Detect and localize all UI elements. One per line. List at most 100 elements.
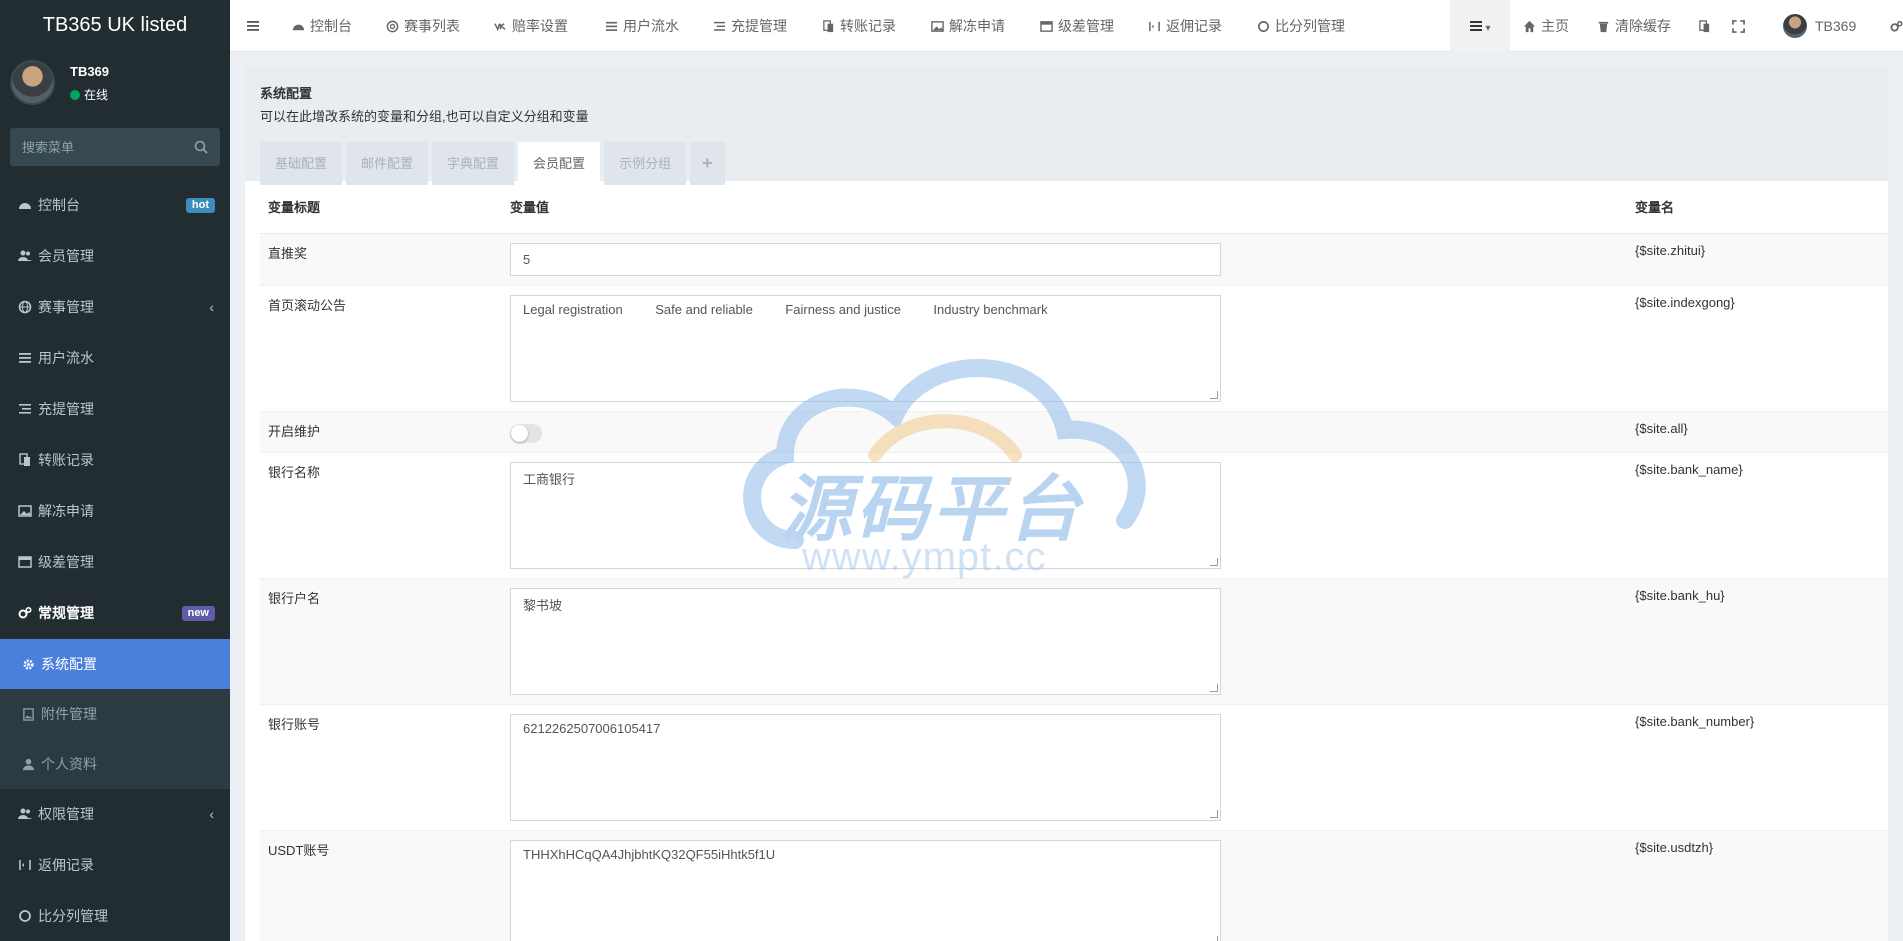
image-icon <box>931 21 944 32</box>
config-tabs: 基础配置 邮件配置 字典配置 会员配置 示例分组 + <box>260 142 1872 185</box>
row-title: 首页滚动公告 <box>260 285 502 412</box>
sidebar-item-label: 个人资料 <box>41 756 97 772</box>
sidebar-item-attachments[interactable]: 附件管理 <box>0 689 230 739</box>
row-title: 直推奖 <box>260 233 502 286</box>
bank-account-name-textarea[interactable]: 黎书坡 <box>510 587 1221 695</box>
topnav-item-unfreeze[interactable]: 解冻申请 <box>931 0 1005 52</box>
tab-dictionary[interactable]: 字典配置 <box>432 142 515 185</box>
row-value-cell: 5 <box>502 233 1627 286</box>
home-icon <box>1523 20 1536 33</box>
sidebar-item-label: 用户流水 <box>38 350 94 366</box>
sidebar-item-events[interactable]: 赛事管理 ‹ <box>0 282 230 333</box>
list-icon <box>605 21 618 31</box>
sidebar-item-general[interactable]: 常规管理 new <box>0 588 230 639</box>
column-header-name: 变量名 <box>1627 181 1888 234</box>
sidebar-item-transfer-records[interactable]: 转账记录 <box>0 435 230 486</box>
sidebar-item-commission[interactable]: 返佣记录 <box>0 840 230 891</box>
sidebar-toggle-button[interactable] <box>246 0 265 52</box>
notice-textarea[interactable]: Legal registration Safe and reliable Fai… <box>510 294 1221 402</box>
language-button[interactable] <box>1698 0 1716 52</box>
sidebar-item-members[interactable]: 会员管理 <box>0 231 230 282</box>
sidebar-item-dashboard[interactable]: 控制台 hot <box>0 180 230 231</box>
indent-list-icon <box>713 21 726 31</box>
add-tab-button[interactable]: + <box>690 142 725 185</box>
row-var-name: {$site.bank_name} <box>1627 452 1888 579</box>
circle-o-icon <box>1258 21 1269 32</box>
row-value-cell: 黎书坡 <box>502 578 1627 705</box>
sidebar-item-level-diff[interactable]: 级差管理 <box>0 537 230 588</box>
resize-handle-icon[interactable] <box>1210 935 1218 941</box>
settings-button[interactable] <box>1890 0 1903 52</box>
code-fork-icon <box>1149 21 1160 32</box>
topnav-item-dashboard[interactable]: 控制台 <box>292 0 352 52</box>
table-row: 银行账号 6212262507006105417 {$site.bank_num… <box>260 704 1888 831</box>
topnav-item-events[interactable]: 赛事列表 <box>386 0 460 52</box>
topnav-label: 充提管理 <box>731 18 787 34</box>
sidebar-item-user-flow[interactable]: 用户流水 <box>0 333 230 384</box>
topnav-item-commission[interactable]: 返佣记录 <box>1148 0 1222 52</box>
row-var-name: {$site.bank_number} <box>1627 704 1888 831</box>
sidebar-item-permissions[interactable]: 权限管理 ‹ <box>0 789 230 840</box>
search-icon[interactable] <box>194 140 208 154</box>
bank-name-textarea[interactable]: 工商银行 <box>510 461 1221 569</box>
topnav-item-user-flow[interactable]: 用户流水 <box>605 0 679 52</box>
sidebar-item-profile[interactable]: 个人资料 <box>0 739 230 789</box>
sidebar-item-unfreeze[interactable]: 解冻申请 <box>0 486 230 537</box>
row-value-cell: Legal registration Safe and reliable Fai… <box>502 285 1627 412</box>
topnav-label: 返佣记录 <box>1166 18 1222 34</box>
table-row: 直推奖 5 {$site.zhitui} <box>260 233 1888 286</box>
fullscreen-button[interactable] <box>1732 0 1750 52</box>
resize-handle-icon[interactable] <box>1210 683 1218 692</box>
chevron-left-icon: ‹ <box>209 299 214 315</box>
clear-cache-button[interactable]: 清除缓存 <box>1597 0 1671 52</box>
sidebar-item-label: 比分列管理 <box>38 908 108 924</box>
code-fork-icon <box>19 860 31 870</box>
file-image-icon <box>23 708 34 721</box>
user-menu[interactable]: TB369 <box>1783 0 1856 52</box>
topnav-label: 转账记录 <box>840 18 896 34</box>
exchange-icon <box>19 453 30 466</box>
sidebar-item-deposit-withdraw[interactable]: 充提管理 <box>0 384 230 435</box>
app-logo[interactable]: TB365 UK listed <box>0 0 230 50</box>
chevron-left-icon: ‹ <box>209 806 214 822</box>
bank-account-name-text: 黎书坡 <box>523 597 563 613</box>
list-icon <box>19 353 31 363</box>
expand-icon <box>1732 20 1745 33</box>
panel-heading: 系统配置 可以在此增改系统的变量和分组,也可以自定义分组和变量 基础配置 邮件配置… <box>245 67 1888 185</box>
topnav-item-transfers[interactable]: 转账记录 <box>822 0 896 52</box>
main-content: 系统配置 可以在此增改系统的变量和分组,也可以自定义分组和变量 基础配置 邮件配置… <box>245 67 1888 941</box>
multi-tab-toggle-button[interactable]: ▾ <box>1450 0 1510 52</box>
table-row: 银行名称 工商银行 {$site.bank_name} <box>260 452 1888 579</box>
zhitui-input[interactable]: 5 <box>510 242 1221 276</box>
topnav-item-deposit-withdraw[interactable]: 充提管理 <box>713 0 787 52</box>
sidebar-menu-bottom: 权限管理 ‹ 返佣记录 比分列管理 <box>0 789 230 941</box>
bank-number-text: 6212262507006105417 <box>523 720 661 736</box>
sidebar-item-score-columns[interactable]: 比分列管理 <box>0 891 230 941</box>
tab-email[interactable]: 邮件配置 <box>346 142 429 185</box>
search-input[interactable] <box>10 128 220 166</box>
sidebar-item-label: 级差管理 <box>38 554 94 570</box>
avatar <box>10 60 55 105</box>
maintenance-switch[interactable] <box>510 423 542 443</box>
bank-number-textarea[interactable]: 6212262507006105417 <box>510 713 1221 821</box>
tab-basic[interactable]: 基础配置 <box>260 142 343 185</box>
sidebar-item-system-config[interactable]: 系统配置 <box>0 639 230 689</box>
sidebar-item-label: 赛事管理 <box>38 299 94 315</box>
circle-o-icon <box>19 910 31 922</box>
topnav-item-level-diff[interactable]: 级差管理 <box>1040 0 1114 52</box>
user-status-label: 在线 <box>84 88 109 102</box>
resize-handle-icon[interactable] <box>1210 557 1218 566</box>
topnav-item-odds[interactable]: 赔率设置 <box>494 0 568 52</box>
resize-handle-icon[interactable] <box>1210 809 1218 818</box>
topnav-label: 级差管理 <box>1058 18 1114 34</box>
online-dot-icon <box>70 90 80 100</box>
topnav-label: 用户流水 <box>623 18 679 34</box>
tab-example[interactable]: 示例分组 <box>604 142 687 185</box>
home-link[interactable]: 主页 <box>1523 0 1569 52</box>
user-panel: TB369 在线 <box>0 50 230 124</box>
table-header-row: 变量标题 变量值 变量名 <box>260 181 1888 234</box>
usdt-account-textarea[interactable]: THHXhHCqQA4JhjbhtKQ32QF55iHhtk5f1U <box>510 839 1221 941</box>
tab-member[interactable]: 会员配置 <box>518 142 601 185</box>
topnav-item-score-columns[interactable]: 比分列管理 <box>1257 0 1345 52</box>
resize-handle-icon[interactable] <box>1210 390 1218 399</box>
